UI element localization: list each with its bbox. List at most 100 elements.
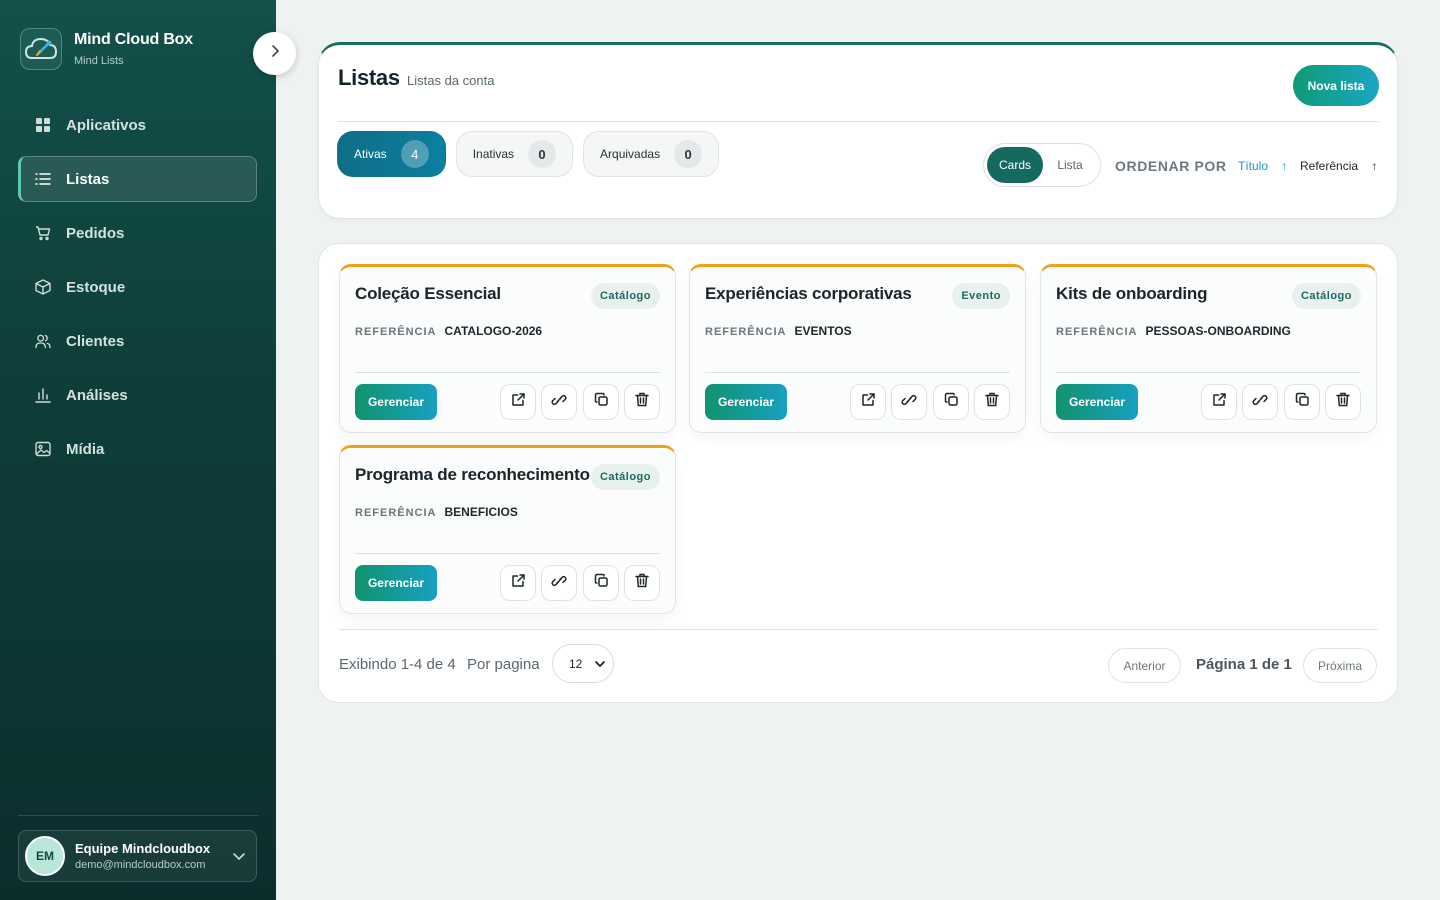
tab-count: 0 (528, 140, 557, 168)
reference-label: REFERÊNCIA (355, 326, 437, 338)
trash-icon (1336, 392, 1350, 412)
card-type-badge: Catálogo (1291, 283, 1361, 309)
sidebar-item-estoque[interactable]: Estoque (18, 264, 257, 310)
view-cards-button[interactable]: Cards (987, 147, 1043, 183)
order-by-label: ORDENAR POR (1115, 158, 1227, 174)
card-reference: REFERÊNCIA CATALOGO-2026 (355, 324, 542, 338)
order-option-label: Título (1238, 159, 1269, 173)
delete-button[interactable] (974, 384, 1010, 420)
cloud-logo-icon (20, 28, 62, 70)
page-title: Listas (338, 65, 400, 90)
duplicate-button[interactable] (933, 384, 969, 420)
lists-header-panel: Listas Listas da conta Nova lista Ativas… (318, 42, 1398, 219)
card-divider (355, 372, 660, 373)
sidebar-item-pedidos[interactable]: Pedidos (18, 210, 257, 256)
copy-icon (1295, 392, 1310, 412)
tab-count: 4 (400, 140, 429, 168)
cart-icon (35, 225, 51, 241)
brand-title: Mind Cloud Box (74, 31, 193, 48)
box-icon (35, 279, 51, 295)
order-by-reference[interactable]: Referência ↑ (1300, 159, 1377, 173)
delete-button[interactable] (1325, 384, 1361, 420)
card-reference: REFERÊNCIA PESSOAS-ONBOARDING (1056, 324, 1291, 338)
reference-value: EVENTOS (794, 324, 852, 338)
copy-link-button[interactable] (1242, 384, 1278, 420)
sidebar-item-listas[interactable]: Listas (18, 156, 257, 202)
delete-button[interactable] (624, 384, 660, 420)
new-list-button[interactable]: Nova lista (1293, 65, 1379, 106)
sidebar-item-label: Estoque (66, 278, 126, 296)
duplicate-button[interactable] (583, 384, 619, 420)
list-card: Experiências corporativas Evento REFERÊN… (689, 264, 1026, 433)
open-external-button[interactable] (1201, 384, 1237, 420)
sidebar-item-label: Aplicativos (66, 116, 147, 134)
list-card: Programa de reconhecimento Catálogo REFE… (339, 445, 676, 614)
image-icon (35, 441, 51, 457)
reference-label: REFERÊNCIA (1056, 326, 1138, 338)
arrow-up-icon: ↑ (1281, 159, 1288, 173)
manage-button[interactable]: Gerenciar (355, 565, 437, 601)
card-reference: REFERÊNCIA EVENTOS (705, 324, 852, 338)
external-link-icon (511, 392, 526, 412)
page-indicator: Página 1 de 1 (1196, 656, 1292, 673)
page-subtitle: Listas da conta (407, 73, 495, 88)
sidebar-item-analises[interactable]: Análises (18, 372, 257, 418)
duplicate-button[interactable] (583, 565, 619, 601)
bar-chart-icon (35, 387, 51, 403)
manage-button[interactable]: Gerenciar (355, 384, 437, 420)
avatar: EM (25, 836, 65, 876)
per-page-select[interactable]: 12 (552, 644, 614, 683)
reference-value: BENEFICIOS (444, 505, 518, 519)
sidebar-collapse-button[interactable] (253, 32, 296, 75)
card-type-badge: Catálogo (590, 464, 660, 490)
tab-ativas[interactable]: Ativas 4 (337, 131, 446, 177)
link-icon (551, 392, 567, 413)
sidebar-item-label: Listas (66, 170, 110, 188)
trash-icon (635, 573, 649, 593)
tab-inativas[interactable]: Inativas 0 (455, 131, 574, 177)
brand[interactable]: Mind Cloud Box Mind Lists (20, 28, 193, 70)
arrow-up-icon: ↑ (1371, 159, 1378, 173)
brand-subtitle: Mind Lists (74, 55, 124, 67)
user-name: Equipe Mindcloudbox (75, 841, 211, 856)
sidebar-item-clientes[interactable]: Clientes (18, 318, 257, 364)
copy-link-button[interactable] (541, 384, 577, 420)
delete-button[interactable] (624, 565, 660, 601)
sidebar-item-label: Mídia (66, 440, 105, 458)
sidebar-item-label: Análises (66, 386, 128, 404)
tab-arquivadas[interactable]: Arquivadas 0 (583, 131, 720, 177)
order-by-title[interactable]: Título ↑ (1238, 159, 1287, 173)
tab-label: Inativas (472, 147, 515, 161)
card-title: Kits de onboarding (1056, 284, 1208, 303)
tab-count: 0 (674, 140, 703, 168)
sidebar-item-aplicativos[interactable]: Aplicativos (18, 102, 257, 148)
open-external-button[interactable] (500, 384, 536, 420)
chevron-right-icon (268, 44, 282, 63)
manage-button[interactable]: Gerenciar (705, 384, 787, 420)
user-menu[interactable]: EM Equipe Mindcloudbox demo@mindcloudbox… (18, 830, 257, 882)
footer-divider (339, 629, 1378, 630)
previous-page-button[interactable]: Anterior (1108, 648, 1181, 683)
sidebar-item-midia[interactable]: Mídia (18, 426, 257, 472)
list-card: Kits de onboarding Catálogo REFERÊNCIA P… (1040, 264, 1377, 433)
duplicate-button[interactable] (1284, 384, 1320, 420)
card-divider (705, 372, 1010, 373)
copy-icon (944, 392, 959, 412)
tab-label: Ativas (354, 147, 387, 161)
chevron-down-icon (593, 657, 607, 674)
card-type-badge: Catálogo (590, 283, 660, 309)
manage-button[interactable]: Gerenciar (1056, 384, 1138, 420)
next-page-button[interactable]: Próxima (1303, 648, 1377, 683)
list-icon (35, 171, 51, 187)
open-external-button[interactable] (850, 384, 886, 420)
per-page-label: Por pagina (467, 656, 540, 673)
copy-link-button[interactable] (541, 565, 577, 601)
sidebar-item-label: Clientes (66, 332, 125, 350)
header-divider (338, 121, 1379, 122)
reference-value: CATALOGO-2026 (444, 324, 543, 338)
sidebar: Mind Cloud Box Mind Lists Aplicativos Li… (0, 0, 276, 900)
card-title: Experiências corporativas (705, 284, 912, 303)
view-list-button[interactable]: Lista (1043, 147, 1097, 183)
open-external-button[interactable] (500, 565, 536, 601)
copy-link-button[interactable] (891, 384, 927, 420)
